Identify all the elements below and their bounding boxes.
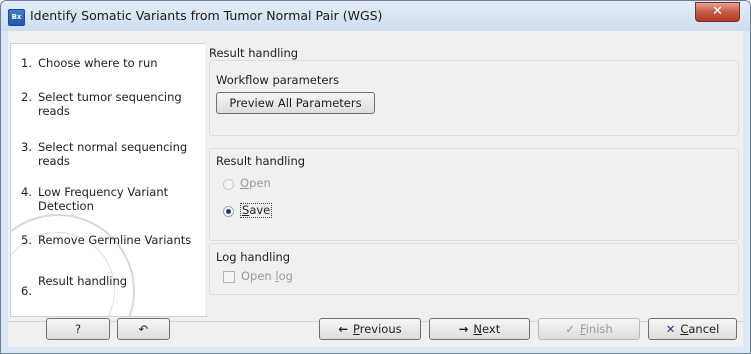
next-button[interactable]: → Next (429, 318, 530, 340)
dialog-body: 1. Choose where to run 2. Select tumor s… (8, 31, 743, 347)
step-number: 4. (21, 185, 32, 199)
workflow-parameters-group: Workflow parameters Preview All Paramete… (209, 60, 739, 136)
step-number: 1. (21, 56, 32, 70)
close-x-icon: ✕ (665, 322, 676, 336)
help-button[interactable]: ? (46, 318, 110, 340)
dialog-window: Bx Identify Somatic Variants from Tumor … (0, 0, 751, 354)
step-number: 5. (21, 233, 32, 247)
finish-button[interactable]: ✓ Finish (538, 318, 640, 340)
open-log-label[interactable]: Open log (241, 269, 293, 283)
log-handling-group: Log handling Open log (209, 243, 739, 295)
save-radio[interactable] (223, 206, 234, 217)
wizard-steps-panel: 1. Choose where to run 2. Select tumor s… (10, 43, 207, 317)
open-log-checkbox[interactable] (223, 271, 235, 283)
app-icon: Bx (8, 9, 25, 26)
close-button[interactable]: ✕ (695, 2, 740, 22)
title-bar: Bx Identify Somatic Variants from Tumor … (1, 1, 750, 31)
step-label: Remove Germline Variants (38, 233, 192, 247)
cancel-button[interactable]: ✕ Cancel (648, 318, 737, 340)
step-number: 6. (21, 284, 32, 298)
group-label: Result handling (216, 154, 306, 168)
step-label: Select normal sequencing reads (38, 140, 188, 168)
step-number: 2. (21, 90, 32, 104)
reset-icon: ↶ (138, 322, 149, 336)
group-label: Workflow parameters (216, 73, 340, 87)
arrow-left-icon: ← (338, 322, 349, 336)
group-label: Log handling (216, 250, 291, 264)
result-handling-panel: Result handling Workflow parameters Prev… (205, 43, 743, 315)
result-handling-group: Result handling Open Save (209, 148, 739, 241)
save-option-label[interactable]: Save (240, 203, 273, 218)
open-radio[interactable] (223, 179, 234, 190)
previous-button[interactable]: ← Previous (319, 318, 421, 340)
step-label: Choose where to run (38, 56, 158, 70)
panel-heading: Result handling (209, 46, 299, 60)
step-label: Low Frequency Variant Detection (38, 185, 169, 213)
open-option-label[interactable]: Open (240, 176, 271, 190)
check-icon: ✓ (565, 322, 575, 336)
reset-button[interactable]: ↶ (117, 318, 170, 340)
arrow-right-icon: → (458, 322, 469, 336)
step-label: Result handling (38, 274, 128, 288)
preview-all-parameters-button[interactable]: Preview All Parameters (216, 92, 375, 114)
window-title: Identify Somatic Variants from Tumor Nor… (30, 8, 383, 23)
step-label: Select tumor sequencing reads (38, 90, 182, 118)
step-number: 3. (21, 140, 32, 154)
